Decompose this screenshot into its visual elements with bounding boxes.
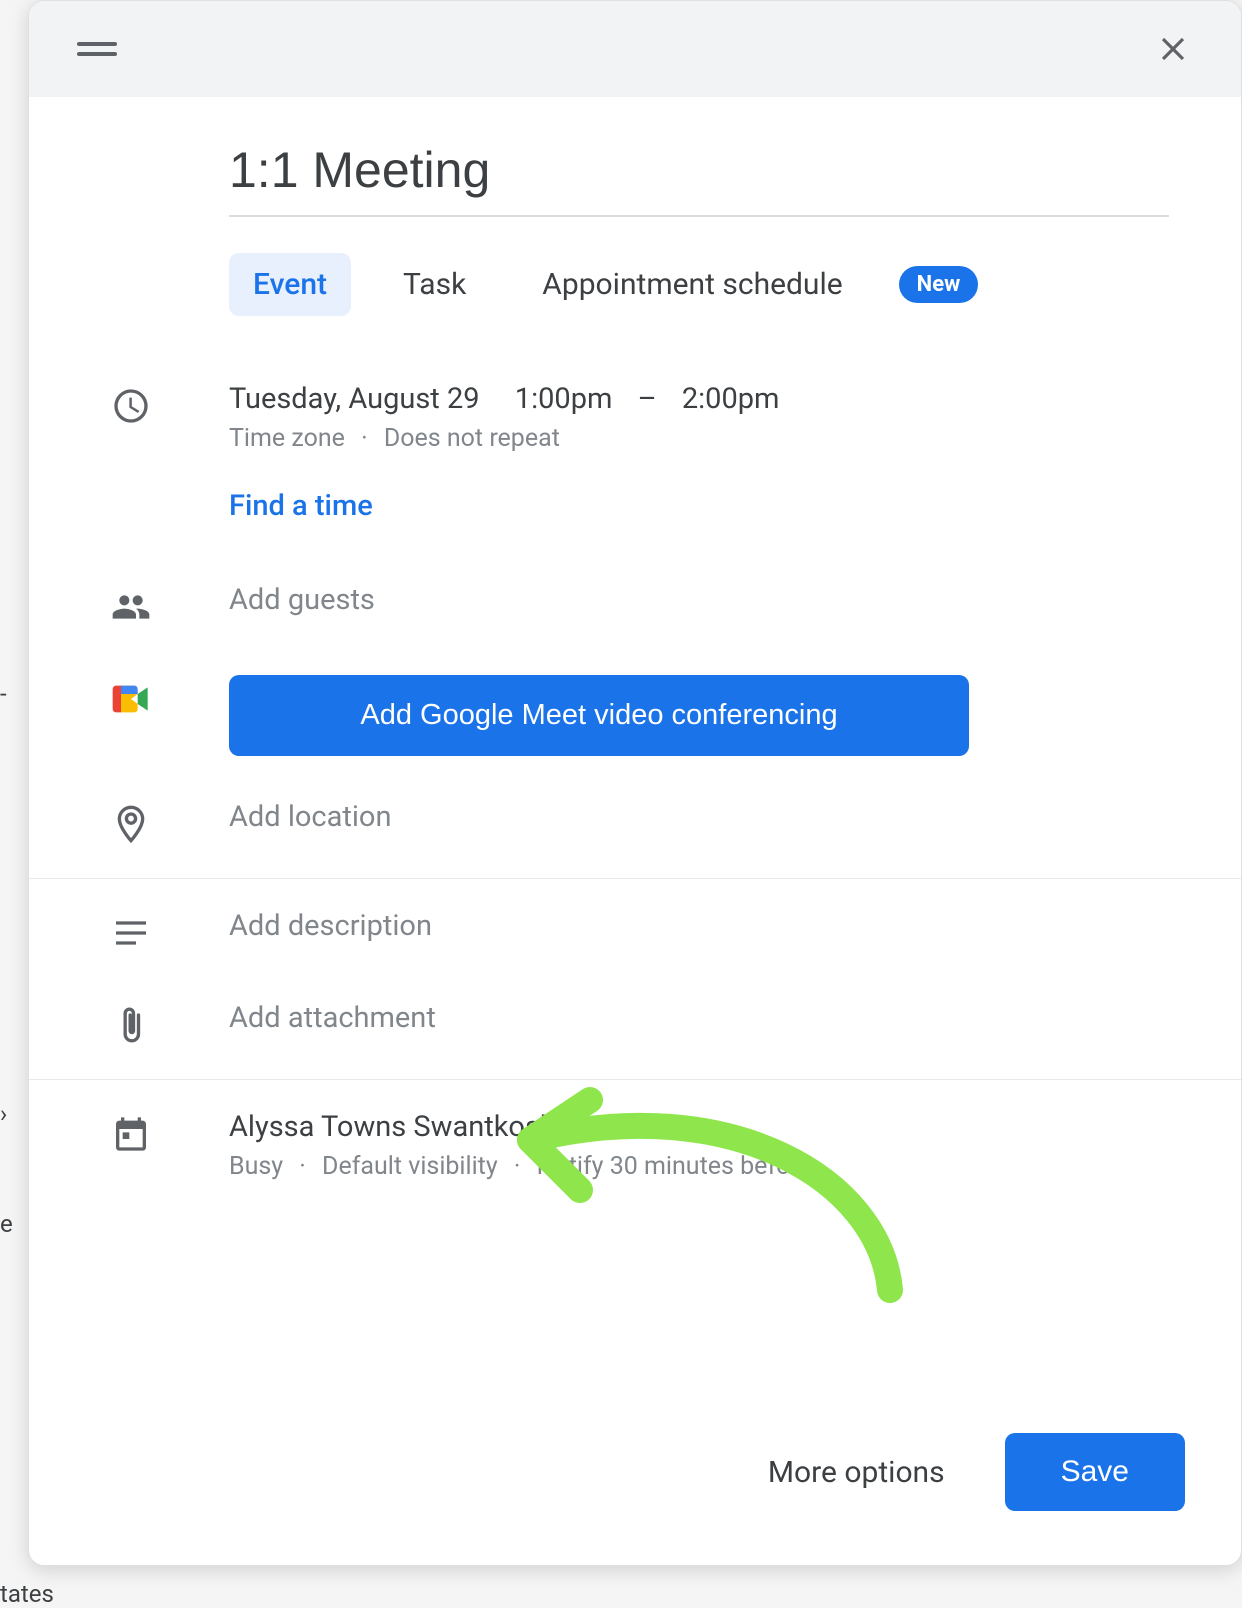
find-a-time-link[interactable]: Find a time xyxy=(229,489,1177,523)
title-row xyxy=(29,97,1241,217)
description-row: Add description xyxy=(29,879,1241,987)
add-attachment-input[interactable]: Add attachment xyxy=(229,1001,1177,1035)
event-date[interactable]: Tuesday, August 29 xyxy=(229,382,480,416)
add-guests-input[interactable]: Add guests xyxy=(229,583,1177,617)
clock-icon xyxy=(111,386,151,430)
calendar-color-dot xyxy=(585,1116,609,1140)
start-time[interactable]: 1:00pm xyxy=(515,382,613,416)
new-badge: New xyxy=(899,266,979,303)
recurrence-link[interactable]: Does not repeat xyxy=(384,424,560,453)
description-icon xyxy=(111,913,151,957)
background-text: e xyxy=(0,1210,13,1238)
drag-handle-icon[interactable] xyxy=(77,40,117,58)
add-meet-button[interactable]: Add Google Meet video conferencing xyxy=(229,675,969,756)
more-options-button[interactable]: More options xyxy=(744,1435,969,1510)
people-icon xyxy=(111,587,151,631)
background-text: - xyxy=(0,680,7,708)
organizer-name-label: Alyssa Towns Swantkoski xyxy=(229,1110,562,1144)
event-time-summary[interactable]: Tuesday, August 29 1:00pm – 2:00pm xyxy=(229,382,1177,416)
notification-label: Notify 30 minutes before xyxy=(537,1152,812,1181)
time-separator: – xyxy=(638,382,657,416)
location-icon xyxy=(111,804,151,848)
separator-dot: · xyxy=(361,424,368,453)
close-button[interactable] xyxy=(1153,29,1193,69)
timezone-link[interactable]: Time zone xyxy=(229,424,345,453)
background-text: tates xyxy=(0,1580,54,1608)
event-type-tabs: Event Task Appointment schedule New xyxy=(29,217,1241,316)
time-subline[interactable]: Time zone · Does not repeat xyxy=(229,424,1177,453)
add-location-input[interactable]: Add location xyxy=(229,800,1177,834)
visibility-label: Default visibility xyxy=(322,1152,498,1181)
tab-event[interactable]: Event xyxy=(229,253,351,316)
organizer-info[interactable]: Alyssa Towns Swantkoski Busy · Default v… xyxy=(229,1110,1177,1181)
tab-appointment-schedule[interactable]: Appointment schedule xyxy=(518,253,866,316)
organizer-details[interactable]: Busy · Default visibility · Notify 30 mi… xyxy=(229,1152,1177,1181)
organizer-row: Alyssa Towns Swantkoski Busy · Default v… xyxy=(29,1080,1241,1211)
background-text: › xyxy=(0,1100,7,1128)
availability-label: Busy xyxy=(229,1152,283,1181)
time-row: Tuesday, August 29 1:00pm – 2:00pm Time … xyxy=(29,352,1241,553)
guests-row: Add guests xyxy=(29,553,1241,661)
location-row: Add location xyxy=(29,770,1241,878)
event-editor-card: Event Task Appointment schedule New Tues… xyxy=(28,0,1242,1566)
end-time[interactable]: 2:00pm xyxy=(682,382,780,416)
calendar-icon xyxy=(111,1114,151,1158)
attachment-icon xyxy=(111,1005,151,1049)
save-button[interactable]: Save xyxy=(1005,1433,1185,1511)
event-title-input[interactable] xyxy=(229,141,1169,217)
card-header xyxy=(29,1,1241,97)
google-meet-icon xyxy=(111,679,151,723)
attachment-row: Add attachment xyxy=(29,987,1241,1079)
add-description-input[interactable]: Add description xyxy=(229,909,1177,943)
meet-row: Add Google Meet video conferencing xyxy=(29,661,1241,770)
footer: More options Save xyxy=(29,1391,1241,1565)
tab-task[interactable]: Task xyxy=(379,253,490,316)
